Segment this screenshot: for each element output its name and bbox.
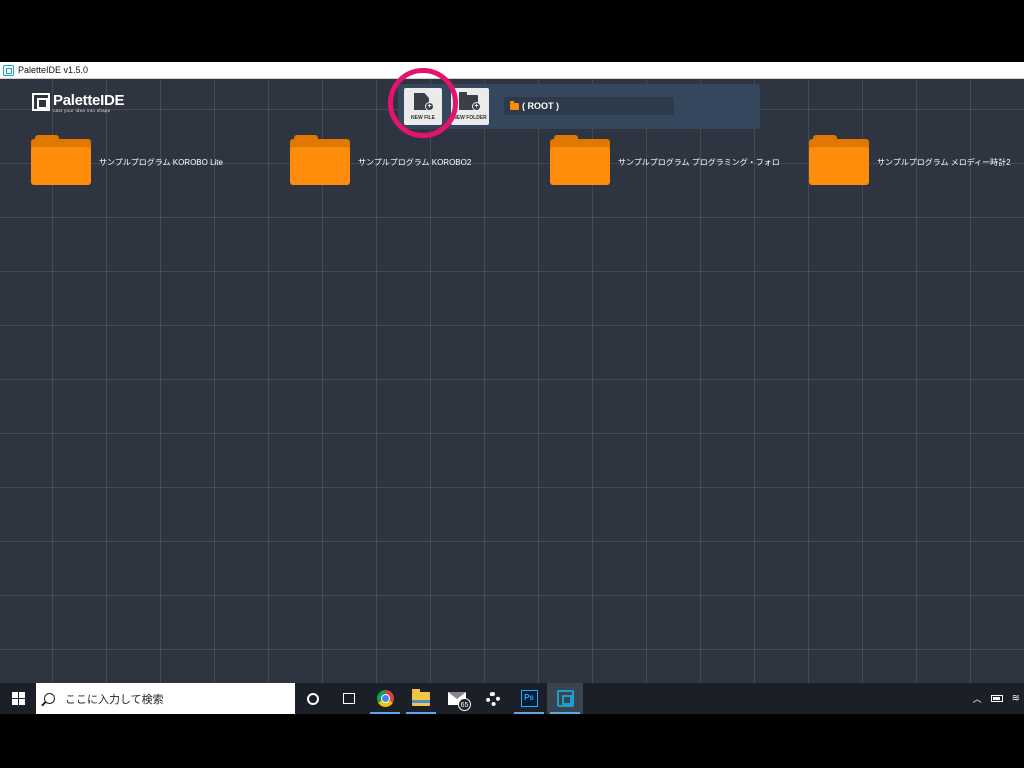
chrome-icon <box>376 690 394 707</box>
folder-icon <box>550 135 610 185</box>
paletteide-logo-icon <box>32 93 50 111</box>
task-view-button[interactable] <box>331 683 367 714</box>
file-explorer-icon <box>412 688 430 706</box>
paletteide-icon <box>556 690 574 707</box>
logo-tagline: cast your idea into shape <box>53 108 111 113</box>
folder-icon <box>290 135 350 185</box>
paletteide-app-icon <box>3 64 14 76</box>
start-button[interactable] <box>0 683 36 714</box>
photoshop-icon: Ps <box>520 690 538 707</box>
mail-badge: 65 <box>458 698 471 711</box>
folder-item[interactable]: サンプルプログラム KOROBO2 <box>290 135 471 185</box>
settings-icon <box>486 691 500 706</box>
new-folder-button[interactable]: + NEW FOLDER <box>451 88 489 125</box>
folder-name: サンプルプログラム メロディー時計2 <box>877 158 1011 167</box>
windows-taskbar: ここに入力して検索 65 Ps ︿ ≋ <box>0 683 1024 714</box>
new-file-button[interactable]: + NEW FILE <box>404 88 442 125</box>
current-path-text: ( ROOT ) <box>522 101 559 111</box>
folder-icon <box>510 100 519 110</box>
system-tray: ︿ ≋ <box>973 683 1024 714</box>
chrome-button[interactable] <box>367 683 403 714</box>
window-title: PaletteIDE v1.5.0 <box>18 65 89 75</box>
letterbox-bottom <box>0 714 1024 768</box>
paletteide-taskbar-button[interactable] <box>547 683 583 714</box>
logo-name: PaletteIDE <box>53 92 125 109</box>
search-placeholder: ここに入力して検索 <box>65 693 164 706</box>
letterbox-top <box>0 0 1024 62</box>
settings-button[interactable] <box>475 683 511 714</box>
chevron-up-icon[interactable]: ︿ <box>973 692 982 705</box>
new-folder-label: NEW FOLDER <box>453 115 487 121</box>
folder-icon <box>809 135 869 185</box>
folder-icon <box>31 135 91 185</box>
folder-name: サンプルプログラム KOROBO2 <box>358 158 472 167</box>
photoshop-button[interactable]: Ps <box>511 683 547 714</box>
current-path[interactable]: ( ROOT ) <box>504 97 674 115</box>
window-titlebar[interactable]: PaletteIDE v1.5.0 <box>0 62 1024 79</box>
cortana-icon <box>307 692 319 705</box>
new-file-icon: + <box>412 93 434 111</box>
file-explorer-button[interactable] <box>403 683 439 714</box>
task-view-icon <box>343 693 355 704</box>
folder-item[interactable]: サンプルプログラム メロディー時計2 <box>809 135 1011 185</box>
file-toolbar: + NEW FILE + NEW FOLDER ( ROOT ) <box>398 84 760 129</box>
folder-item[interactable]: サンプルプログラム プログラミング・フォロ <box>550 135 780 185</box>
battery-icon[interactable] <box>990 695 1003 702</box>
taskbar-search[interactable]: ここに入力して検索 <box>36 683 295 714</box>
folder-name: サンプルプログラム KOROBO Lite <box>99 158 223 167</box>
windows-icon <box>11 692 25 705</box>
folder-name: サンプルプログラム プログラミング・フォロ <box>618 158 780 167</box>
cortana-button[interactable] <box>295 683 331 714</box>
new-file-label: NEW FILE <box>411 115 435 121</box>
search-icon <box>44 693 55 704</box>
mail-button[interactable]: 65 <box>439 683 475 714</box>
folder-item[interactable]: サンプルプログラム KOROBO Lite <box>31 135 223 185</box>
new-folder-icon: + <box>459 92 481 111</box>
wifi-icon[interactable]: ≋ <box>1012 693 1020 704</box>
paletteide-logo: PaletteIDE cast your idea into shape <box>32 92 125 113</box>
workspace: PaletteIDE cast your idea into shape + N… <box>0 68 1024 683</box>
